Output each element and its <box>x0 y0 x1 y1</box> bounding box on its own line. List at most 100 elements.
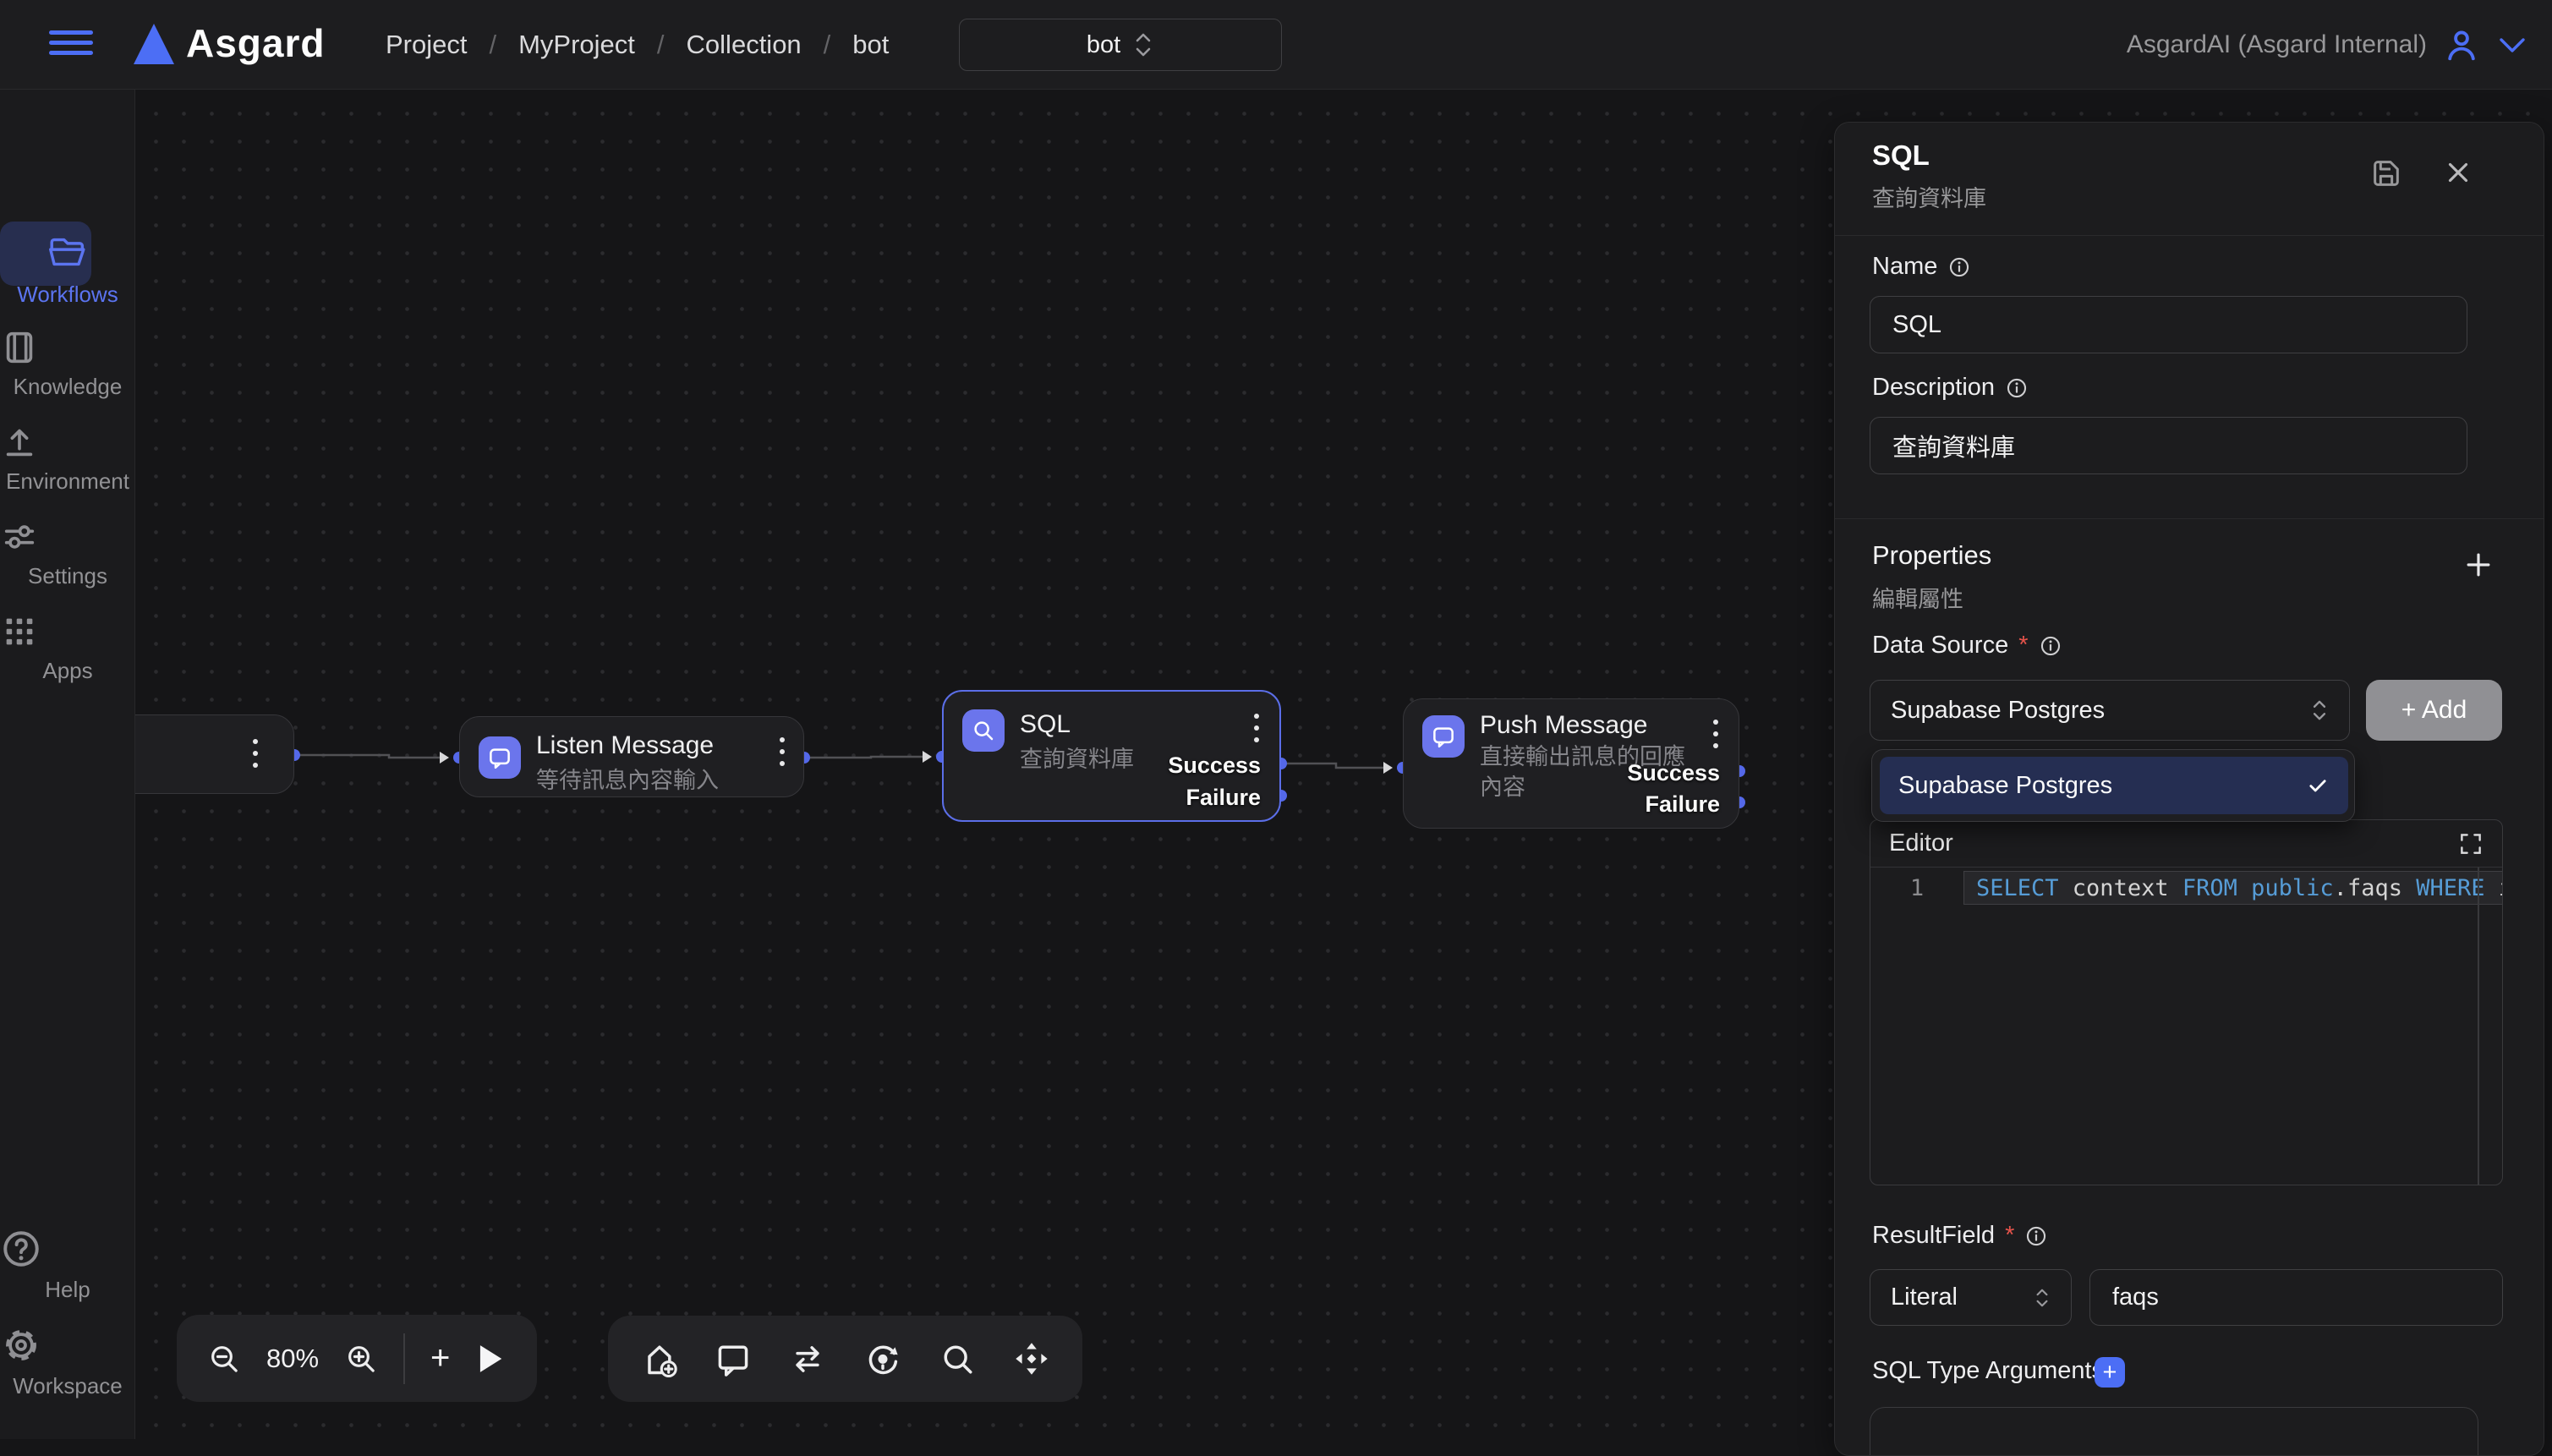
properties-subheading: 編輯屬性 <box>1872 581 1963 614</box>
sql-type-arguments-label: SQL Type Arguments <box>1872 1357 2104 1385</box>
info-icon <box>2039 634 2062 658</box>
name-input[interactable] <box>1870 296 2467 353</box>
data-source-value: Supabase Postgres <box>1891 697 2105 725</box>
sidebar-item-workflows[interactable]: Workflows <box>0 233 135 308</box>
code-line[interactable]: 1 SELECT context FROM public.faqs WHERE … <box>1870 871 2503 905</box>
node-title: SQL <box>1020 710 1071 739</box>
node-title: Push Message <box>1480 711 1647 740</box>
swap-arrows-icon[interactable] <box>789 1340 826 1377</box>
apps-grid-icon <box>0 612 39 651</box>
run-workflow-icon[interactable] <box>475 1343 504 1375</box>
sidebar-label-environment: Environment <box>0 468 135 495</box>
node-menu-icon[interactable] <box>776 734 788 769</box>
output-failure[interactable]: Failure <box>1645 791 1720 818</box>
editor-header: Editor <box>1870 820 2502 868</box>
info-icon <box>2024 1224 2048 1248</box>
sidebar-label-settings: Settings <box>0 563 135 589</box>
sidebar: Workflows Knowledge Environment Settings <box>0 90 135 1439</box>
panel-subtitle: 查詢資料庫 <box>1872 180 1986 213</box>
auto-layout-icon[interactable] <box>864 1340 901 1377</box>
sidebar-item-settings[interactable]: Settings <box>0 517 135 589</box>
node-subtitle: 查詢資料庫 <box>1020 744 1134 775</box>
breadcrumb-collection[interactable]: Collection <box>687 30 802 60</box>
chevron-updown-icon <box>2034 1286 2051 1310</box>
add-data-source-button[interactable]: + Add <box>2366 680 2502 741</box>
editor-scrollbar[interactable] <box>2478 868 2479 1185</box>
sidebar-item-help[interactable]: Help <box>0 1228 135 1303</box>
divider <box>1835 235 2544 236</box>
properties-heading: Properties <box>1872 540 1991 571</box>
menu-icon[interactable] <box>49 30 93 59</box>
data-source-select[interactable]: Supabase Postgres <box>1870 680 2350 741</box>
upload-icon <box>0 423 39 462</box>
data-source-dropdown: Supabase Postgres <box>1871 749 2355 822</box>
output-success[interactable]: Success <box>1627 760 1720 786</box>
zoom-toolbar: 80% + <box>177 1315 537 1402</box>
breadcrumb-myproject[interactable]: MyProject <box>518 30 635 60</box>
move-icon[interactable] <box>1013 1340 1050 1377</box>
workflow-select-value: bot <box>1087 31 1120 59</box>
breadcrumb-project[interactable]: Project <box>386 30 467 60</box>
node-menu-icon[interactable] <box>1710 716 1722 752</box>
sidebar-item-environment[interactable]: Environment <box>0 423 135 495</box>
add-node-button[interactable]: + <box>430 1339 450 1377</box>
node-listen-message[interactable]: Listen Message 等待訊息內容輸入 <box>459 716 804 797</box>
sql-editor[interactable]: Editor 1 SELECT context FROM public.faqs… <box>1870 819 2503 1185</box>
save-icon[interactable] <box>2369 156 2403 190</box>
required-asterisk: * <box>2018 632 2028 660</box>
user-icon <box>2442 25 2481 64</box>
zoom-in-icon[interactable] <box>344 1342 378 1376</box>
account-menu[interactable]: AsgardAI (Asgard Internal) <box>2127 0 2528 90</box>
check-icon <box>2306 774 2330 797</box>
zoom-out-icon[interactable] <box>207 1342 241 1376</box>
chat-bubble-icon <box>479 736 521 779</box>
output-failure[interactable]: Failure <box>1186 785 1261 811</box>
tools-toolbar <box>608 1316 1082 1402</box>
comment-icon[interactable] <box>715 1340 752 1377</box>
book-icon <box>0 328 39 367</box>
description-input[interactable] <box>1870 417 2467 474</box>
sidebar-item-knowledge[interactable]: Knowledge <box>0 328 135 400</box>
divider <box>403 1333 405 1384</box>
data-source-label: Data Source * <box>1872 632 2062 660</box>
node-subtitle: 等待訊息內容輸入 <box>536 765 719 796</box>
divider <box>1835 518 2544 519</box>
chevron-updown-icon <box>2310 698 2329 723</box>
node-sql[interactable]: SQL 查詢資料庫 Success Failure <box>942 690 1281 822</box>
add-property-icon[interactable] <box>2462 549 2494 581</box>
code-text: SELECT context FROM public.faqs WHERE id… <box>1963 871 2503 905</box>
output-success[interactable]: Success <box>1168 753 1261 779</box>
clipped-node[interactable] <box>135 714 294 794</box>
node-settings-panel: SQL 查詢資料庫 Name Description Properties 編輯… <box>1834 122 2544 1456</box>
close-icon[interactable] <box>2442 156 2474 189</box>
info-icon <box>1947 255 1971 279</box>
sql-type-arguments-box <box>1870 1407 2478 1456</box>
sidebar-label-workspace: Workspace <box>0 1373 135 1399</box>
result-field-type-select[interactable]: Literal <box>1870 1269 2072 1326</box>
breadcrumb-bot[interactable]: bot <box>852 30 889 60</box>
expand-icon[interactable] <box>2458 831 2484 857</box>
sidebar-item-apps[interactable]: Apps <box>0 612 135 684</box>
sidebar-label-workflows: Workflows <box>0 282 135 308</box>
add-tag-icon[interactable] <box>640 1340 677 1377</box>
add-sql-type-argument-button[interactable]: + <box>2095 1357 2125 1388</box>
result-field-input[interactable] <box>2089 1269 2503 1326</box>
sidebar-label-knowledge: Knowledge <box>0 374 135 400</box>
gear-icon <box>0 1324 42 1366</box>
workflow-select[interactable]: bot <box>959 19 1282 71</box>
required-asterisk: * <box>2005 1222 2014 1250</box>
folder-icon <box>46 233 90 271</box>
chevron-down-icon <box>2496 35 2528 55</box>
search-icon[interactable] <box>939 1340 976 1377</box>
node-push-message[interactable]: Push Message 直接輸出訊息的回應內容 Success Failure <box>1403 698 1739 829</box>
node-title: Listen Message <box>536 731 714 760</box>
asgard-logo-icon <box>134 24 174 64</box>
dropdown-option-supabase[interactable]: Supabase Postgres <box>1880 757 2348 814</box>
name-label: Name <box>1872 253 1971 281</box>
node-menu-icon[interactable] <box>1251 710 1262 746</box>
sidebar-item-workspace[interactable]: Workspace <box>0 1324 135 1399</box>
top-bar: Asgard Project / MyProject / Collection … <box>0 0 2552 90</box>
chevron-updown-icon <box>1132 30 1154 59</box>
panel-title: SQL <box>1872 140 1930 172</box>
node-menu-icon[interactable] <box>249 736 261 771</box>
